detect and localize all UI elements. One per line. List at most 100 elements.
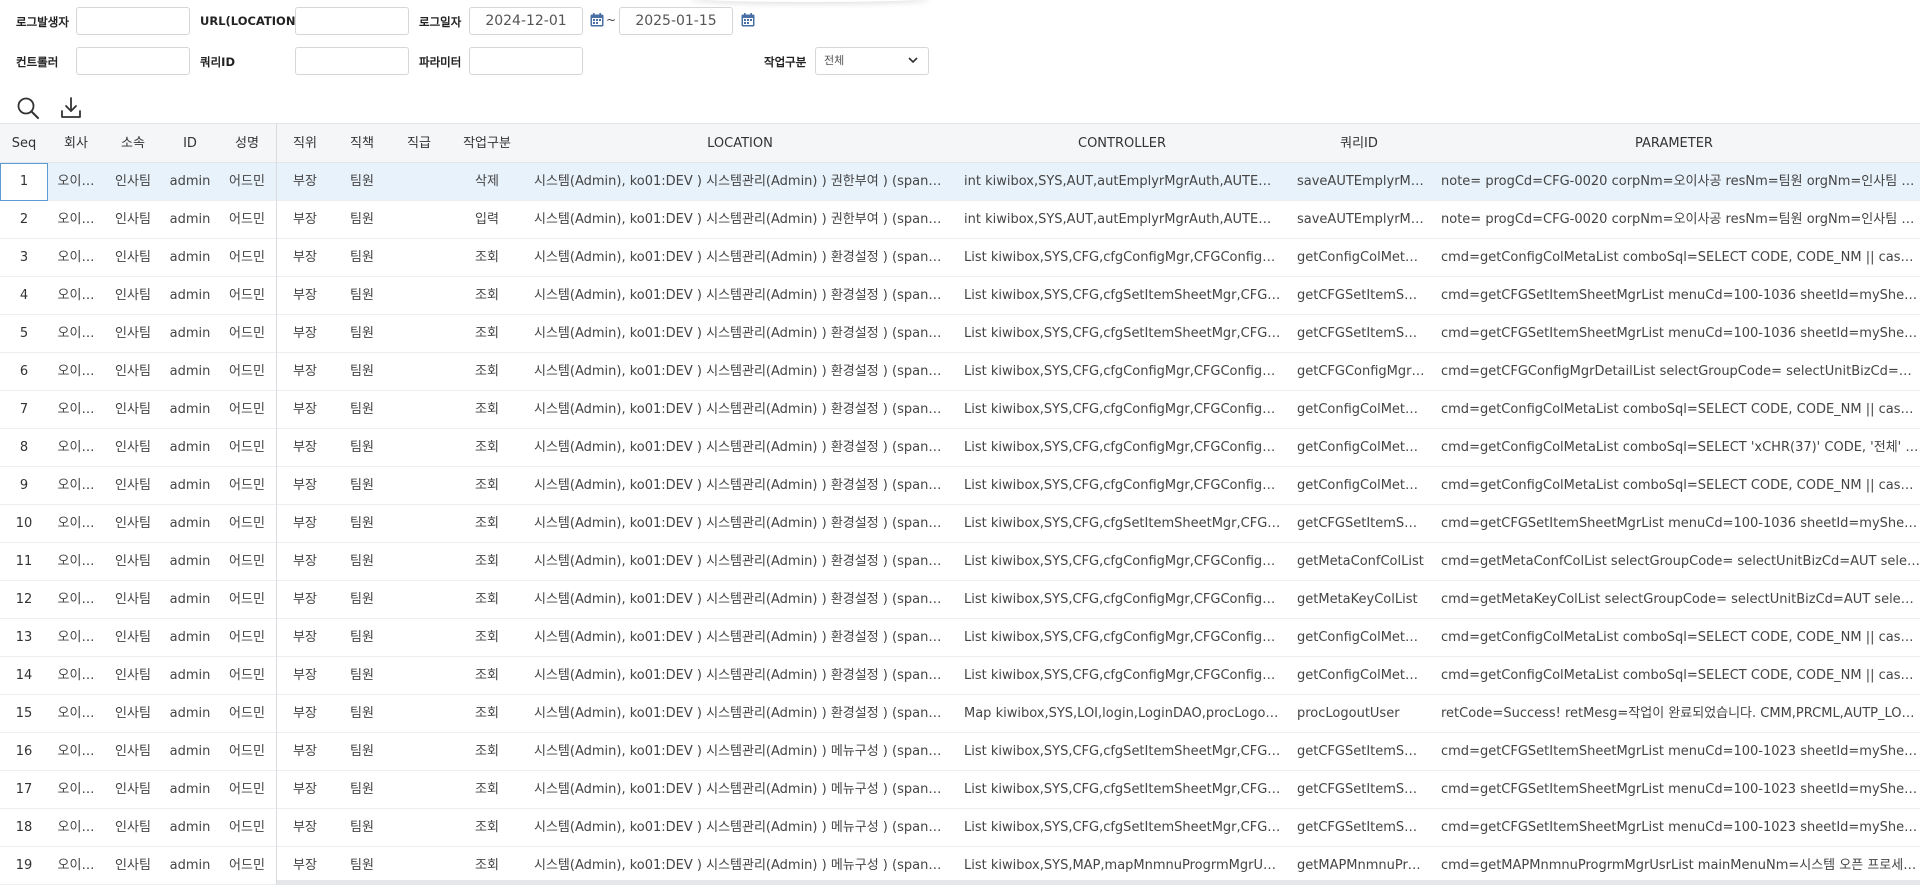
cell-company[interactable]: 오이… <box>48 391 104 429</box>
cell-work[interactable]: 조회 <box>448 733 526 771</box>
cell-work[interactable]: 조회 <box>448 429 526 467</box>
download-icon[interactable] <box>58 95 84 121</box>
cell-name[interactable]: 어드민 <box>218 201 276 239</box>
cell-grade[interactable] <box>390 391 448 429</box>
cell-grade[interactable] <box>390 619 448 657</box>
cell-position[interactable]: 부장 <box>276 391 334 429</box>
horizontal-scrollbar[interactable] <box>276 880 1920 885</box>
cell-location[interactable]: 시스템(Admin), ko01:DEV ) 시스템관리(Admin) ) 메뉴… <box>534 771 946 809</box>
cell-seq[interactable]: 16 <box>0 733 48 771</box>
cell-company[interactable]: 오이… <box>48 657 104 695</box>
cell-id[interactable]: admin <box>162 733 218 771</box>
cell-seq[interactable]: 15 <box>0 695 48 733</box>
cell-parameter[interactable]: cmd=getMetaKeyColList selectGroupCode= s… <box>1441 581 1920 619</box>
cell-name[interactable]: 어드민 <box>218 391 276 429</box>
cell-work[interactable]: 조회 <box>448 391 526 429</box>
cell-name[interactable]: 어드민 <box>218 733 276 771</box>
cell-parameter[interactable]: cmd=getConfigColMetaList comboSql=SELECT… <box>1441 467 1920 505</box>
cell-position[interactable]: 부장 <box>276 771 334 809</box>
cell-controller[interactable]: List kiwibox,SYS,CFG,cfgSetItemSheetMgr,… <box>964 277 1282 315</box>
cell-controller[interactable]: List kiwibox,SYS,CFG,cfgConfigMgr,CFGCon… <box>964 239 1282 277</box>
cell-dept[interactable]: 인사팀 <box>104 391 162 429</box>
cell-grade[interactable] <box>390 353 448 391</box>
table-row[interactable]: 17 오이… 인사팀 admin 어드민 부장 팀원 조회 시스템(Admin), ko01:D… <box>0 771 1920 809</box>
col-header-duty[interactable]: 직책 <box>334 124 390 164</box>
cell-seq[interactable]: 12 <box>0 581 48 619</box>
cell-query-id[interactable]: procLogoutUser <box>1297 695 1425 733</box>
cell-location[interactable]: 시스템(Admin), ko01:DEV ) 시스템관리(Admin) ) 환경… <box>534 315 946 353</box>
work-type-select[interactable]: 전체 <box>815 47 929 75</box>
cell-location[interactable]: 시스템(Admin), ko01:DEV ) 시스템관리(Admin) ) 환경… <box>534 353 946 391</box>
cell-controller[interactable]: List kiwibox,SYS,CFG,cfgSetItemSheetMgr,… <box>964 771 1282 809</box>
cell-name[interactable]: 어드민 <box>218 809 276 847</box>
cell-query-id[interactable]: getCFGSetItemShe… <box>1297 809 1425 847</box>
cell-duty[interactable]: 팀원 <box>334 809 390 847</box>
cell-work[interactable]: 조회 <box>448 771 526 809</box>
cell-controller[interactable]: int kiwibox,SYS,AUT,autEmplyrMgrAuth,AUT… <box>964 201 1282 239</box>
search-icon[interactable] <box>15 95 41 121</box>
cell-id[interactable]: admin <box>162 429 218 467</box>
cell-grade[interactable] <box>390 581 448 619</box>
cell-seq[interactable]: 18 <box>0 809 48 847</box>
cell-grade[interactable] <box>390 657 448 695</box>
cell-dept[interactable]: 인사팀 <box>104 847 162 885</box>
cell-position[interactable]: 부장 <box>276 429 334 467</box>
cell-id[interactable]: admin <box>162 619 218 657</box>
table-row[interactable]: 13 오이… 인사팀 admin 어드민 부장 팀원 조회 시스템(Admin), ko01:D… <box>0 619 1920 657</box>
cell-work[interactable]: 조회 <box>448 581 526 619</box>
cell-dept[interactable]: 인사팀 <box>104 771 162 809</box>
cell-parameter[interactable]: cmd=getConfigColMetaList comboSql=SELECT… <box>1441 619 1920 657</box>
cell-id[interactable]: admin <box>162 657 218 695</box>
col-header-query-id[interactable]: 쿼리ID <box>1290 124 1428 164</box>
cell-query-id[interactable]: saveAUTEmplyrMg… <box>1297 163 1425 201</box>
cell-company[interactable]: 오이… <box>48 543 104 581</box>
cell-company[interactable]: 오이… <box>48 809 104 847</box>
cell-controller[interactable]: List kiwibox,SYS,CFG,cfgConfigMgr,CFGCon… <box>964 391 1282 429</box>
cell-dept[interactable]: 인사팀 <box>104 315 162 353</box>
cell-work[interactable]: 조회 <box>448 543 526 581</box>
cell-parameter[interactable]: retCode=Success! retMesg=작업이 완료되었습니다. CM… <box>1441 695 1920 733</box>
cell-id[interactable]: admin <box>162 467 218 505</box>
cell-controller[interactable]: Map kiwibox,SYS,LOI,login,LoginDAO,procL… <box>964 695 1282 733</box>
cell-dept[interactable]: 인사팀 <box>104 467 162 505</box>
table-row[interactable]: 6 오이… 인사팀 admin 어드민 부장 팀원 조회 시스템(Admin), ko01:DE… <box>0 353 1920 391</box>
cell-dept[interactable]: 인사팀 <box>104 277 162 315</box>
cell-grade[interactable] <box>390 733 448 771</box>
cell-duty[interactable]: 팀원 <box>334 771 390 809</box>
cell-duty[interactable]: 팀원 <box>334 353 390 391</box>
cell-seq[interactable]: 1 <box>0 163 48 201</box>
col-header-position[interactable]: 직위 <box>276 124 334 164</box>
cell-parameter[interactable]: cmd=getCFGConfigMgrDetailList selectGrou… <box>1441 353 1920 391</box>
cell-duty[interactable]: 팀원 <box>334 657 390 695</box>
cell-dept[interactable]: 인사팀 <box>104 543 162 581</box>
cell-duty[interactable]: 팀원 <box>334 619 390 657</box>
cell-duty[interactable]: 팀원 <box>334 733 390 771</box>
cell-name[interactable]: 어드민 <box>218 239 276 277</box>
table-row[interactable]: 16 오이… 인사팀 admin 어드민 부장 팀원 조회 시스템(Admin), ko01:D… <box>0 733 1920 771</box>
cell-dept[interactable]: 인사팀 <box>104 809 162 847</box>
cell-parameter[interactable]: cmd=getMetaConfColList selectGroupCode= … <box>1441 543 1920 581</box>
cell-grade[interactable] <box>390 467 448 505</box>
controller-input[interactable] <box>76 47 190 75</box>
table-row[interactable]: 3 오이… 인사팀 admin 어드민 부장 팀원 조회 시스템(Admin), ko01:DE… <box>0 239 1920 277</box>
cell-id[interactable]: admin <box>162 847 218 885</box>
cell-work[interactable]: 조회 <box>448 277 526 315</box>
cell-grade[interactable] <box>390 163 448 201</box>
cell-id[interactable]: admin <box>162 695 218 733</box>
cell-controller[interactable]: List kiwibox,SYS,CFG,cfgConfigMgr,CFGCon… <box>964 543 1282 581</box>
cell-position[interactable]: 부장 <box>276 619 334 657</box>
cell-name[interactable]: 어드민 <box>218 467 276 505</box>
cell-id[interactable]: admin <box>162 771 218 809</box>
date-from-input[interactable]: 2024-12-01 <box>469 7 583 35</box>
cell-dept[interactable]: 인사팀 <box>104 239 162 277</box>
cell-location[interactable]: 시스템(Admin), ko01:DEV ) 시스템관리(Admin) ) 환경… <box>534 695 946 733</box>
cell-name[interactable]: 어드민 <box>218 353 276 391</box>
cell-name[interactable]: 어드민 <box>218 163 276 201</box>
cell-parameter[interactable]: cmd=getConfigColMetaList comboSql=SELECT… <box>1441 429 1920 467</box>
cell-query-id[interactable]: getConfigColMetaList <box>1297 391 1425 429</box>
cell-id[interactable]: admin <box>162 353 218 391</box>
cell-duty[interactable]: 팀원 <box>334 239 390 277</box>
col-header-seq[interactable]: Seq <box>0 124 48 164</box>
table-row[interactable]: 18 오이… 인사팀 admin 어드민 부장 팀원 조회 시스템(Admin), ko01:D… <box>0 809 1920 847</box>
table-row[interactable]: 8 오이… 인사팀 admin 어드민 부장 팀원 조회 시스템(Admin), ko01:DE… <box>0 429 1920 467</box>
